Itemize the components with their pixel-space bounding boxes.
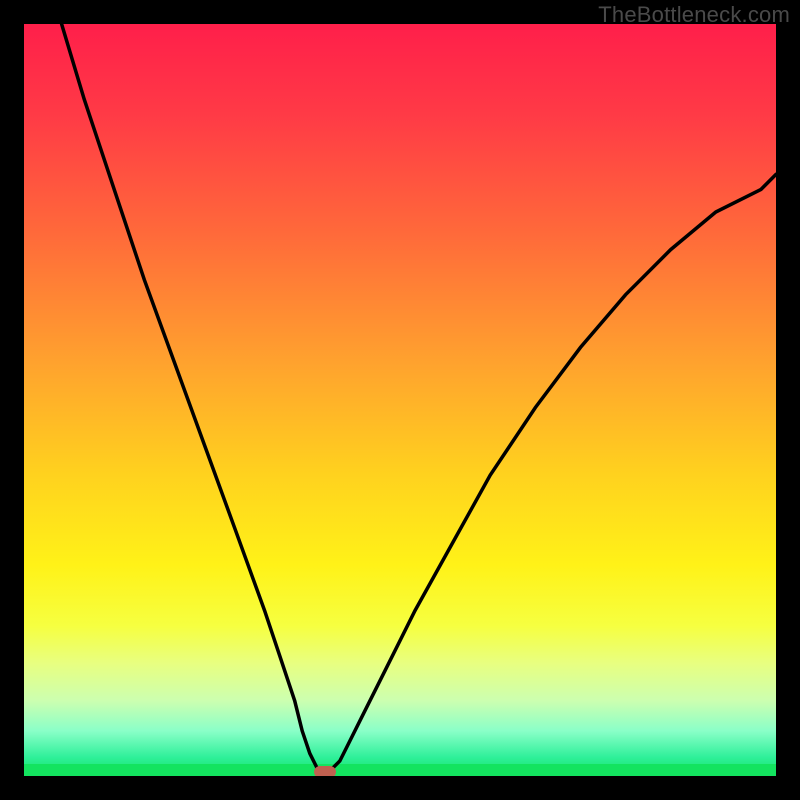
plot-area — [24, 24, 776, 776]
optimal-point-marker — [314, 766, 336, 776]
chart-frame: TheBottleneck.com — [0, 0, 800, 800]
watermark-text: TheBottleneck.com — [598, 2, 790, 28]
bottleneck-curve — [24, 24, 776, 776]
